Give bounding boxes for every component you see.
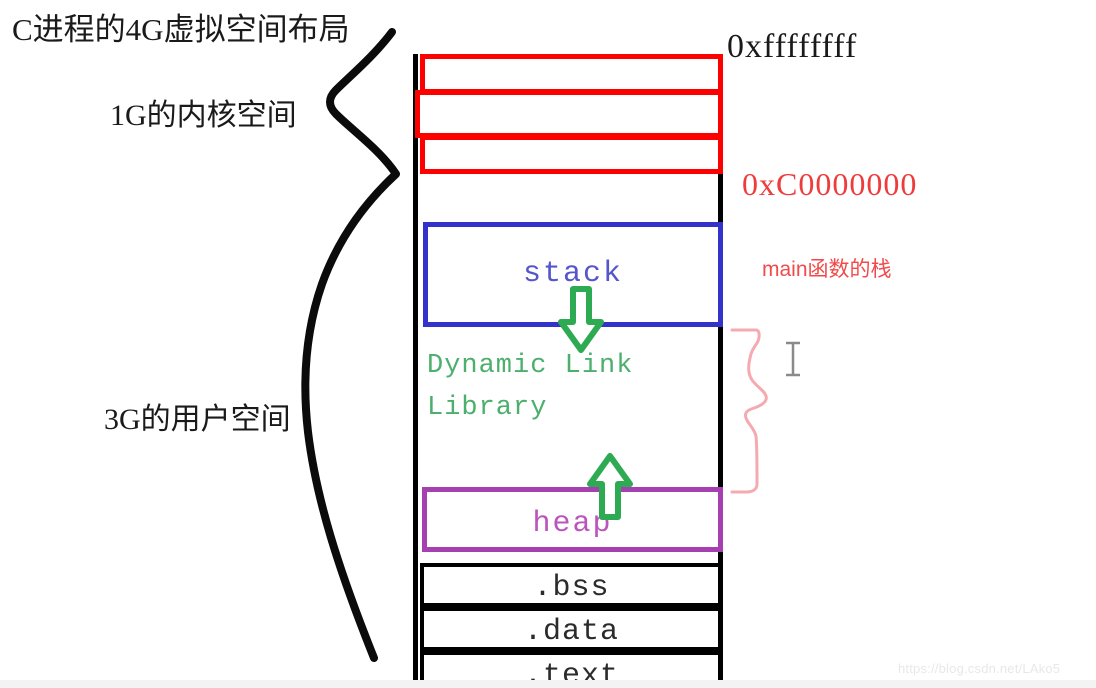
dynamic-link-library-region: Dynamic Link Library	[427, 346, 717, 430]
heap-grows-up-arrow	[587, 453, 633, 520]
watermark: https://blog.csdn.net/LAko5	[898, 661, 1061, 676]
dll-label-line-2: Library	[427, 392, 548, 423]
column-left-rail	[413, 54, 418, 688]
data-region-box: .data	[420, 607, 723, 651]
kernel-region-box-1	[420, 54, 723, 94]
data-label: .data	[523, 615, 619, 649]
address-top-label: 0xffffffff	[727, 28, 858, 65]
text-cursor-ibeam-icon	[786, 341, 800, 377]
stack-label: stack	[522, 257, 623, 291]
bottom-strip	[0, 680, 1096, 688]
stack-grows-down-arrow	[558, 286, 604, 353]
bss-region-box: .bss	[420, 563, 723, 607]
kernel-user-split-brace	[301, 28, 400, 662]
kernel-region-box-2	[415, 90, 723, 138]
heap-region-box: heap	[422, 487, 723, 552]
diagram-title: C进程的4G虚拟空间布局	[12, 12, 350, 47]
user-space-label: 3G的用户空间	[104, 403, 291, 436]
memory-layout-column: stack Dynamic Link Library heap .bss .da…	[413, 50, 723, 688]
bss-label: .bss	[533, 571, 610, 605]
main-function-stack-note: main函数的栈	[762, 258, 892, 281]
heap-label: heap	[532, 507, 613, 541]
kernel-space-label: 1G的内核空间	[110, 99, 297, 132]
diagram-canvas: C进程的4G虚拟空间布局 1G的内核空间 3G的用户空间 stack Dynam…	[0, 0, 1096, 688]
kernel-region-box-3	[420, 135, 723, 174]
address-kernel-boundary-label: 0xC0000000	[742, 166, 918, 202]
dll-region-brace	[730, 328, 768, 494]
